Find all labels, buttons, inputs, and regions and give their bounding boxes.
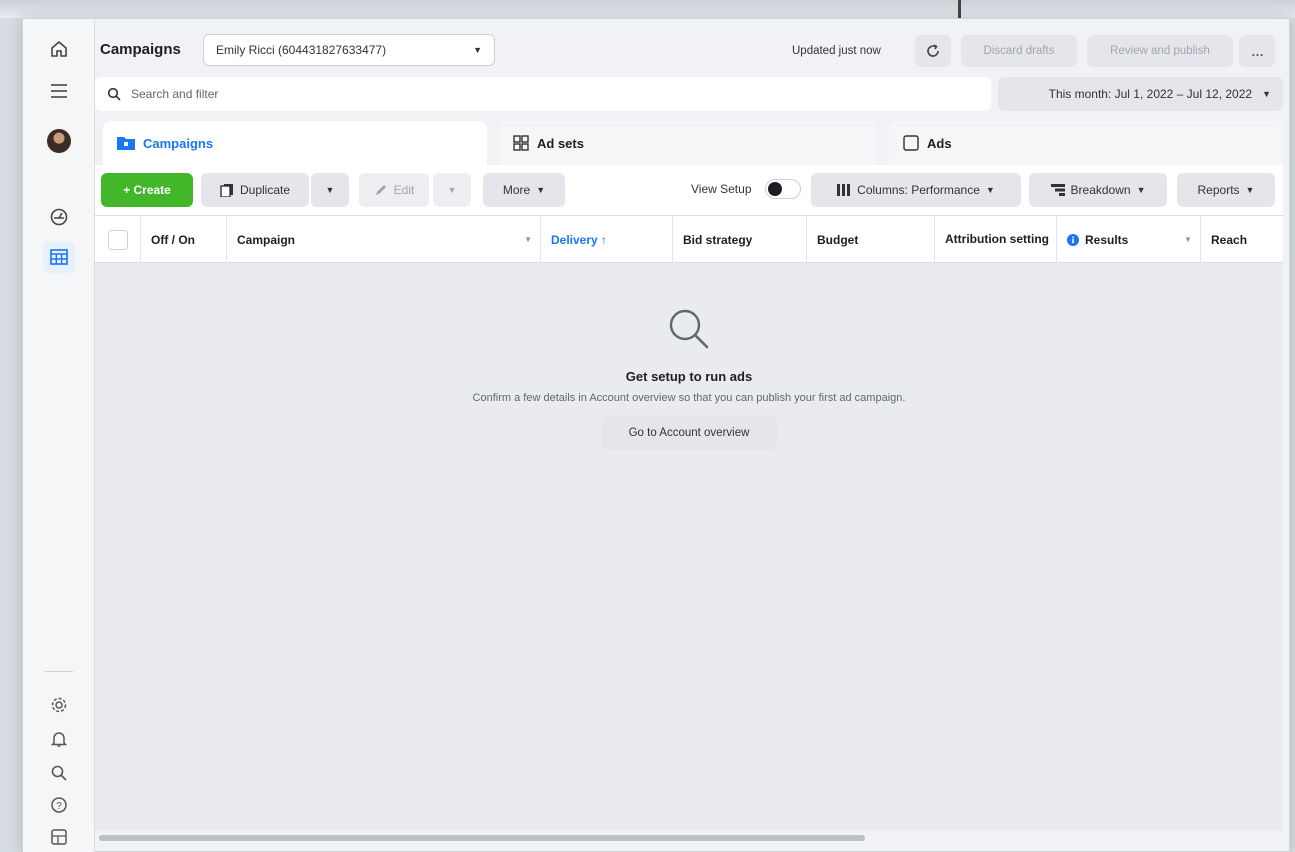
edit-label: Edit [393,183,415,197]
duplicate-icon [220,184,233,197]
tab-ads[interactable]: Ads [889,121,1283,165]
table-header: Off / On Campaign ▼ Delivery ↑ Bid strat… [95,215,1283,263]
column-attribution-setting[interactable]: Attribution setting [935,216,1057,263]
campaigns-table-icon[interactable] [43,241,75,273]
column-bid-strategy[interactable]: Bid strategy [673,216,807,263]
column-delivery[interactable]: Delivery ↑ [541,216,673,263]
background-divider [958,0,961,18]
reports-label: Reports [1197,183,1240,197]
search-input[interactable]: Search and filter [95,77,991,111]
columns-button[interactable]: Columns: Performance ▼ [811,173,1021,207]
grid-icon [513,135,529,151]
tab-ad-sets[interactable]: Ad sets [499,121,877,165]
view-setup-label: View Setup [691,182,752,196]
go-to-account-overview-button[interactable]: Go to Account overview [601,416,777,450]
empty-state-message: Confirm a few details in Account overvie… [472,392,906,404]
chevron-down-icon: ▼ [536,185,546,195]
tab-label: Campaigns [143,135,214,151]
discard-drafts-button[interactable]: Discard drafts [961,35,1077,67]
pencil-icon [375,185,386,195]
menu-icon[interactable] [43,75,75,107]
duplicate-label: Duplicate [239,183,291,197]
bell-icon[interactable] [43,723,75,755]
chevron-down-icon: ▼ [1136,185,1146,195]
column-off-on[interactable]: Off / On [141,216,227,263]
breakdown-button[interactable]: Breakdown ▼ [1029,173,1167,207]
reports-button[interactable]: Reports ▼ [1177,173,1275,207]
refresh-icon [927,44,939,57]
search-icon[interactable] [43,757,75,789]
empty-state-title: Get setup to run ads [625,369,753,384]
background-desktop [0,0,1295,18]
main-area: Campaigns Emily Ricci (604431827633477) … [95,19,1291,852]
scrollbar-thumb[interactable] [99,835,865,841]
page-title: Campaigns [100,41,181,58]
search-placeholder: Search and filter [131,87,219,101]
campaigns-panel: + Create Duplicate ▼ Edit ▼ More ▼ View … [95,165,1283,845]
info-icon [1067,233,1079,246]
chevron-down-icon: ▼ [985,185,995,195]
home-icon[interactable] [43,33,75,65]
more-label: More [502,183,531,197]
columns-label: Columns: Performance [857,183,980,197]
column-budget[interactable]: Budget [807,216,935,263]
search-icon [669,309,709,349]
view-setup-toggle[interactable] [765,179,801,199]
folder-icon [117,137,135,150]
create-button[interactable]: + Create [101,173,193,207]
date-range-picker[interactable]: This month: Jul 1, 2022 – Jul 12, 2022 ▼ [998,77,1283,111]
column-campaign[interactable]: Campaign ▼ [227,216,541,263]
search-icon [107,87,121,101]
edit-button[interactable]: Edit [359,173,429,207]
chevron-down-icon: ▼ [1262,89,1271,99]
svg-text:?: ? [56,801,62,812]
tab-campaigns[interactable]: Campaigns [103,121,487,165]
search-row: Search and filter This month: Jul 1, 202… [95,77,1291,113]
more-options-button[interactable]: … [1239,35,1275,67]
account-name: Emily Ricci (604431827633477) [216,43,387,57]
column-label: Campaign [237,232,296,247]
column-label: Results [1085,232,1129,247]
help-icon[interactable]: ? [43,789,75,821]
edit-dropdown-button[interactable]: ▼ [433,173,471,207]
left-rail: ? [23,19,95,852]
tab-label: Ad sets [537,135,584,151]
gear-icon[interactable] [43,689,75,721]
toolbar: + Create Duplicate ▼ Edit ▼ More ▼ View … [95,165,1283,215]
duplicate-button[interactable]: Duplicate [201,173,309,207]
level-tabs: Campaigns Ad sets Ads [103,121,1283,165]
sort-icon: ▼ [1184,235,1192,244]
square-icon [903,135,919,151]
sort-icon: ▼ [524,235,532,244]
select-all-cell [95,216,141,263]
empty-state: Get setup to run ads Confirm a few detai… [95,263,1283,823]
column-results[interactable]: Results ▼ [1057,216,1201,263]
dashboard-icon[interactable] [43,201,75,233]
duplicate-dropdown-button[interactable]: ▼ [311,173,349,207]
account-selector[interactable]: Emily Ricci (604431827633477) ▼ [203,34,495,66]
date-range-label: This month: Jul 1, 2022 – Jul 12, 2022 [1048,87,1253,101]
avatar[interactable] [43,125,75,157]
review-publish-button[interactable]: Review and publish [1087,35,1233,67]
column-reach[interactable]: Reach [1201,216,1283,263]
rail-divider [45,671,73,672]
breakdown-icon [1050,184,1065,196]
report-icon[interactable] [43,821,75,852]
chevron-down-icon: ▼ [1245,185,1255,195]
select-all-checkbox[interactable] [107,229,128,250]
tab-label: Ads [927,135,952,151]
chevron-down-icon: ▼ [473,45,482,55]
breakdown-label: Breakdown [1070,183,1131,197]
horizontal-scrollbar[interactable] [95,831,1283,845]
ads-manager-window: ? Campaigns Emily Ricci (604431827633477… [22,18,1290,852]
columns-icon [837,184,851,196]
chevron-down-icon: ▼ [447,185,457,195]
more-button[interactable]: More ▼ [483,173,565,207]
chevron-down-icon: ▼ [325,185,335,195]
refresh-button[interactable] [915,35,951,67]
updated-status: Updated just now [792,45,881,57]
